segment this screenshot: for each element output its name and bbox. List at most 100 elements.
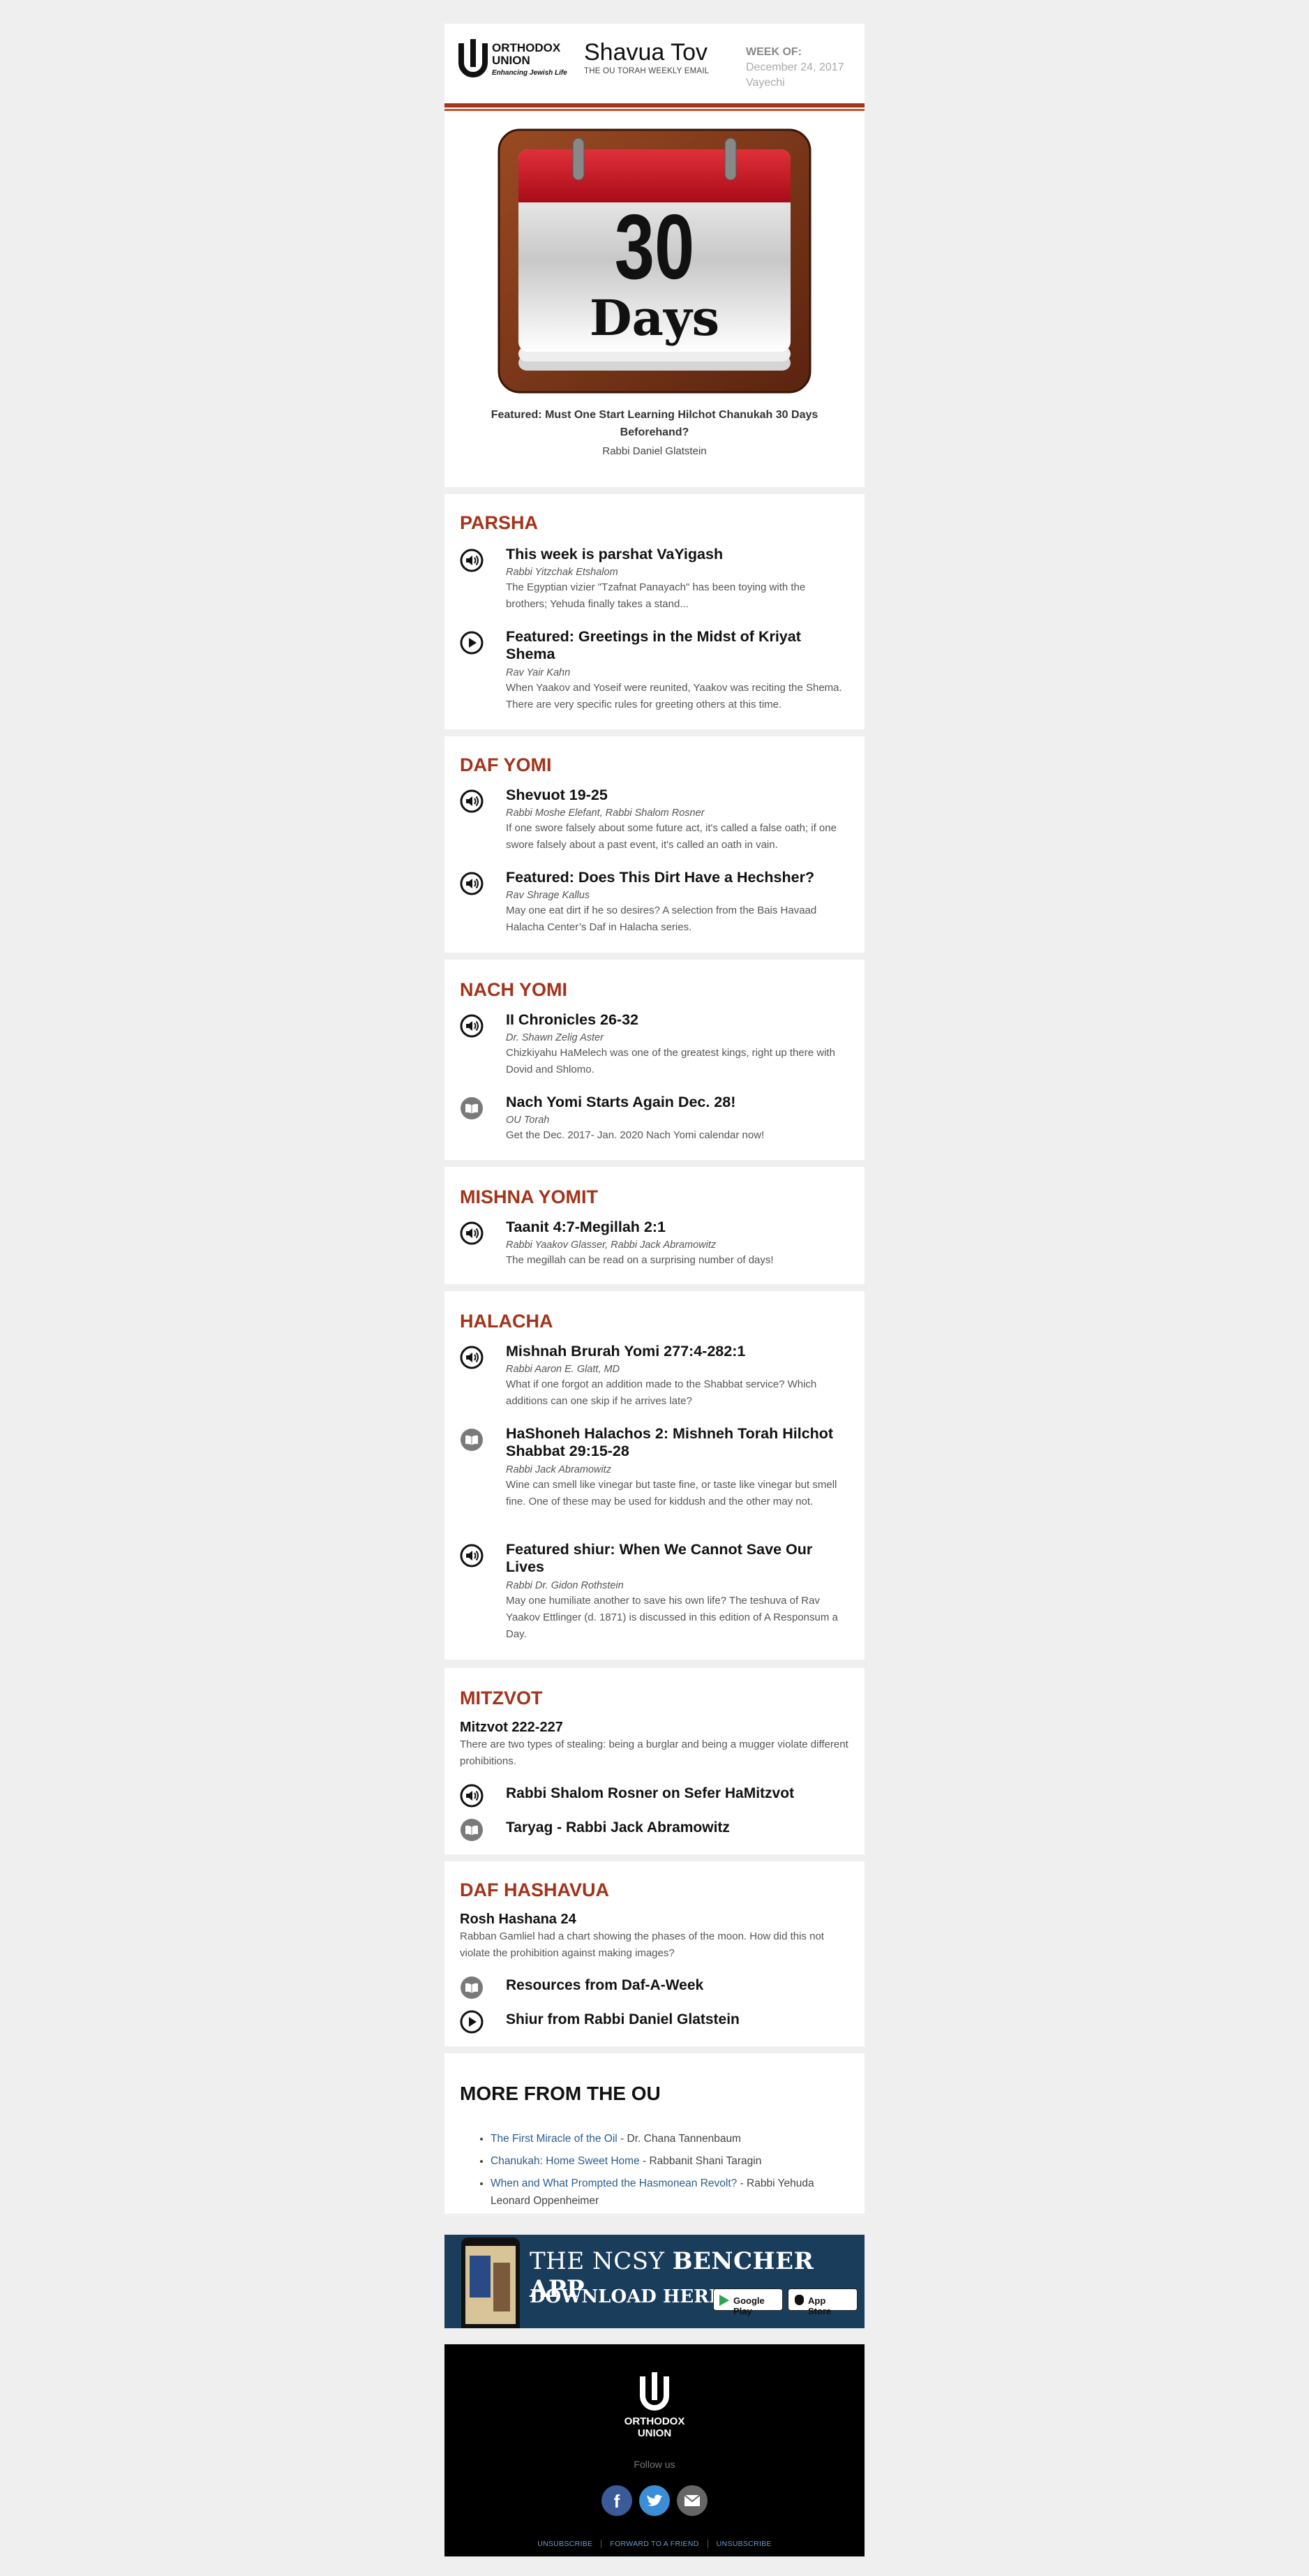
email-icon[interactable]: [677, 2485, 708, 2516]
week-of: WEEK OF: December 24, 2017 Vayechi: [746, 45, 844, 91]
section-subtitle: Mitzvot 222-227: [460, 1720, 563, 1735]
app-store-button[interactable]: App Store: [788, 2288, 858, 2316]
item-desc: If one swore falsely about some future a…: [506, 822, 837, 851]
week-label: WEEK OF:: [746, 46, 802, 58]
play-icon[interactable]: [460, 631, 484, 655]
item-author: Rabbi Jack Abramowitz: [506, 1464, 611, 1475]
play-icon[interactable]: [460, 2010, 484, 2034]
email-title: Shavua Tov: [584, 39, 708, 66]
audio-icon[interactable]: [460, 789, 484, 813]
calendar-image[interactable]: 30 Days: [498, 128, 811, 394]
section-more: MORE FROM THE OU The First Miracle of th…: [444, 2053, 865, 2214]
item-title[interactable]: Shevuot 19-25: [506, 787, 849, 804]
footer-logo-line-2: UNION: [637, 2427, 672, 2439]
audio-icon[interactable]: [460, 872, 484, 895]
item-title[interactable]: Featured: Does This Dirt Have a Hechsher…: [506, 869, 849, 886]
resource-link[interactable]: Taryag - Rabbi Jack Abramowitz: [460, 1815, 849, 1843]
item-author: Rabbi Moshe Elefant, Rabbi Shalom Rosner: [506, 807, 705, 819]
section-daf-yomi: DAF YOMI Shevuot 19-25 Rabbi Moshe Elefa…: [444, 736, 865, 953]
list-item: The First Miracle of the Oil - Dr. Chana…: [491, 2130, 844, 2147]
list-item: Chanukah: Home Sweet Home - Rabbanit Sha…: [491, 2152, 844, 2170]
item-desc: The Egyptian vizier "Tzafnat Panayach" h…: [506, 581, 806, 610]
header-divider: [444, 103, 865, 112]
unsubscribe-link-2[interactable]: UNSUBSCRIBE: [708, 2540, 780, 2548]
article-link[interactable]: Chanukah: Home Sweet Home: [491, 2155, 640, 2167]
audio-icon[interactable]: [460, 1346, 484, 1369]
google-play-button[interactable]: Google Play: [713, 2288, 783, 2316]
audio-icon[interactable]: [460, 549, 484, 572]
resource-link[interactable]: Resources from Daf-A-Week: [460, 1973, 849, 2001]
audio-icon[interactable]: [460, 1014, 484, 1038]
resource-link[interactable]: Rabbi Shalom Rosner on Sefer HaMitzvot: [460, 1781, 849, 1809]
hero-caption-link[interactable]: Featured: Must One Start Learning Hilcho…: [472, 406, 837, 441]
item-author: Rabbi Yaakov Glasser, Rabbi Jack Abramow…: [506, 1239, 717, 1251]
google-play-icon: [719, 2295, 729, 2306]
forward-link[interactable]: FORWARD TO A FRIEND: [601, 2540, 707, 2548]
item-title[interactable]: HaShoneh Halachos 2: Mishneh Torah Hilch…: [506, 1425, 849, 1460]
follow-label: Follow us: [634, 2459, 675, 2470]
audio-icon[interactable]: [460, 1221, 484, 1245]
section-daf-hashavua: DAF HASHAVUA Rosh Hashana 24 Rabban Gaml…: [444, 1861, 865, 2046]
footer-logo[interactable]: ORTHODOX UNION: [619, 2372, 690, 2442]
section-title: MITZVOT: [460, 1688, 543, 1708]
section-subtitle: Rosh Hashana 24: [460, 1912, 576, 1927]
item-desc: May one humiliate another to save his ow…: [506, 1595, 838, 1640]
resource-label[interactable]: Resources from Daf-A-Week: [506, 1977, 703, 1994]
ncsy-app-banner[interactable]: THE NCSY BENCHER APP DOWNLOAD HERE Googl…: [444, 2235, 865, 2328]
article-author: Rabbanit Shani Taragin: [649, 2155, 762, 2167]
item-desc: What if one forgot an addition made to t…: [506, 1378, 817, 1407]
email-header: ORTHODOX UNION Enhancing Jewish Life Sha…: [444, 24, 865, 107]
audio-icon[interactable]: [460, 1544, 484, 1568]
ou-logo-icon: [458, 39, 488, 77]
section-mishna-yomit: MISHNA YOMIT Taanit 4:7-Megillah 2:1 Rab…: [444, 1167, 865, 1284]
hero-card: 30 Days Featured: Must One Start Learnin…: [444, 112, 865, 487]
more-list: The First Miracle of the Oil - Dr. Chana…: [475, 2130, 844, 2214]
item-title[interactable]: II Chronicles 26-32: [506, 1011, 849, 1029]
ou-logo[interactable]: ORTHODOX UNION Enhancing Jewish Life: [457, 39, 567, 88]
resource-label[interactable]: Rabbi Shalom Rosner on Sefer HaMitzvot: [506, 1785, 794, 1802]
item-title[interactable]: Featured: Greetings in the Midst of Kriy…: [506, 628, 849, 663]
section-desc: There are two types of stealing: being a…: [460, 1739, 848, 1767]
banner-cta: DOWNLOAD HERE: [530, 2286, 723, 2307]
item-title[interactable]: This week is parshat VaYigash: [506, 546, 849, 563]
footer-logo-line-1: ORTHODOX: [624, 2415, 685, 2427]
logo-line-1: ORTHODOX: [492, 41, 561, 54]
item-author: Rabbi Yitzchak Etshalom: [506, 567, 618, 578]
item-desc: The megillah can be read on a surprising…: [506, 1254, 774, 1266]
logo-line-2: UNION: [492, 54, 530, 67]
book-icon[interactable]: [460, 1976, 484, 2000]
item-author: Dr. Shawn Zelig Aster: [506, 1032, 604, 1043]
book-icon[interactable]: [460, 1428, 484, 1452]
twitter-icon[interactable]: [639, 2485, 670, 2516]
email-subtitle: THE OU TORAH WEEKLY EMAIL: [584, 67, 710, 75]
item-author: OU Torah: [506, 1115, 550, 1126]
audio-icon[interactable]: [460, 1784, 484, 1808]
resource-label[interactable]: Taryag - Rabbi Jack Abramowitz: [506, 1819, 730, 1836]
section-mitzvot: MITZVOT Mitzvot 222-227 There are two ty…: [444, 1668, 865, 1854]
item-title[interactable]: Featured shiur: When We Cannot Save Our …: [506, 1541, 849, 1576]
book-icon[interactable]: [460, 1096, 484, 1120]
section-title: NACH YOMI: [460, 979, 568, 1000]
item-desc: Get the Dec. 2017- Jan. 2020 Nach Yomi c…: [506, 1129, 765, 1141]
section-nach-yomi: NACH YOMI II Chronicles 26-32 Dr. Shawn …: [444, 960, 865, 1160]
book-icon[interactable]: [460, 1818, 484, 1842]
unsubscribe-link[interactable]: UNSUBSCRIBE: [529, 2540, 601, 2548]
item-title[interactable]: Mishnah Brurah Yomi 277:4-282:1: [506, 1343, 849, 1360]
resource-link[interactable]: Shiur from Rabbi Daniel Glatstein: [460, 2007, 849, 2035]
app-store-label: App Store: [808, 2295, 832, 2316]
facebook-icon[interactable]: f: [601, 2485, 632, 2516]
ou-logo-icon: [640, 2372, 669, 2411]
article-link[interactable]: The First Miracle of the Oil: [491, 2133, 618, 2145]
item-desc: May one eat dirt if he so desires? A sel…: [506, 904, 817, 933]
item-author: Rav Yair Kahn: [506, 667, 571, 678]
item-title[interactable]: Nach Yomi Starts Again Dec. 28!: [506, 1094, 849, 1111]
article-link[interactable]: When and What Prompted the Hasmonean Rev…: [491, 2177, 737, 2189]
resource-label[interactable]: Shiur from Rabbi Daniel Glatstein: [506, 2011, 740, 2028]
item-title[interactable]: Taanit 4:7-Megillah 2:1: [506, 1219, 849, 1236]
week-parsha: Vayechi: [746, 77, 785, 89]
calendar-word: Days: [589, 289, 720, 347]
calendar-number: 30: [614, 195, 695, 298]
item-desc: When Yaakov and Yoseif were reunited, Ya…: [506, 682, 842, 710]
section-desc: Rabban Gamliel had a chart showing the p…: [460, 1930, 824, 1959]
section-title: MISHNA YOMIT: [460, 1186, 599, 1207]
